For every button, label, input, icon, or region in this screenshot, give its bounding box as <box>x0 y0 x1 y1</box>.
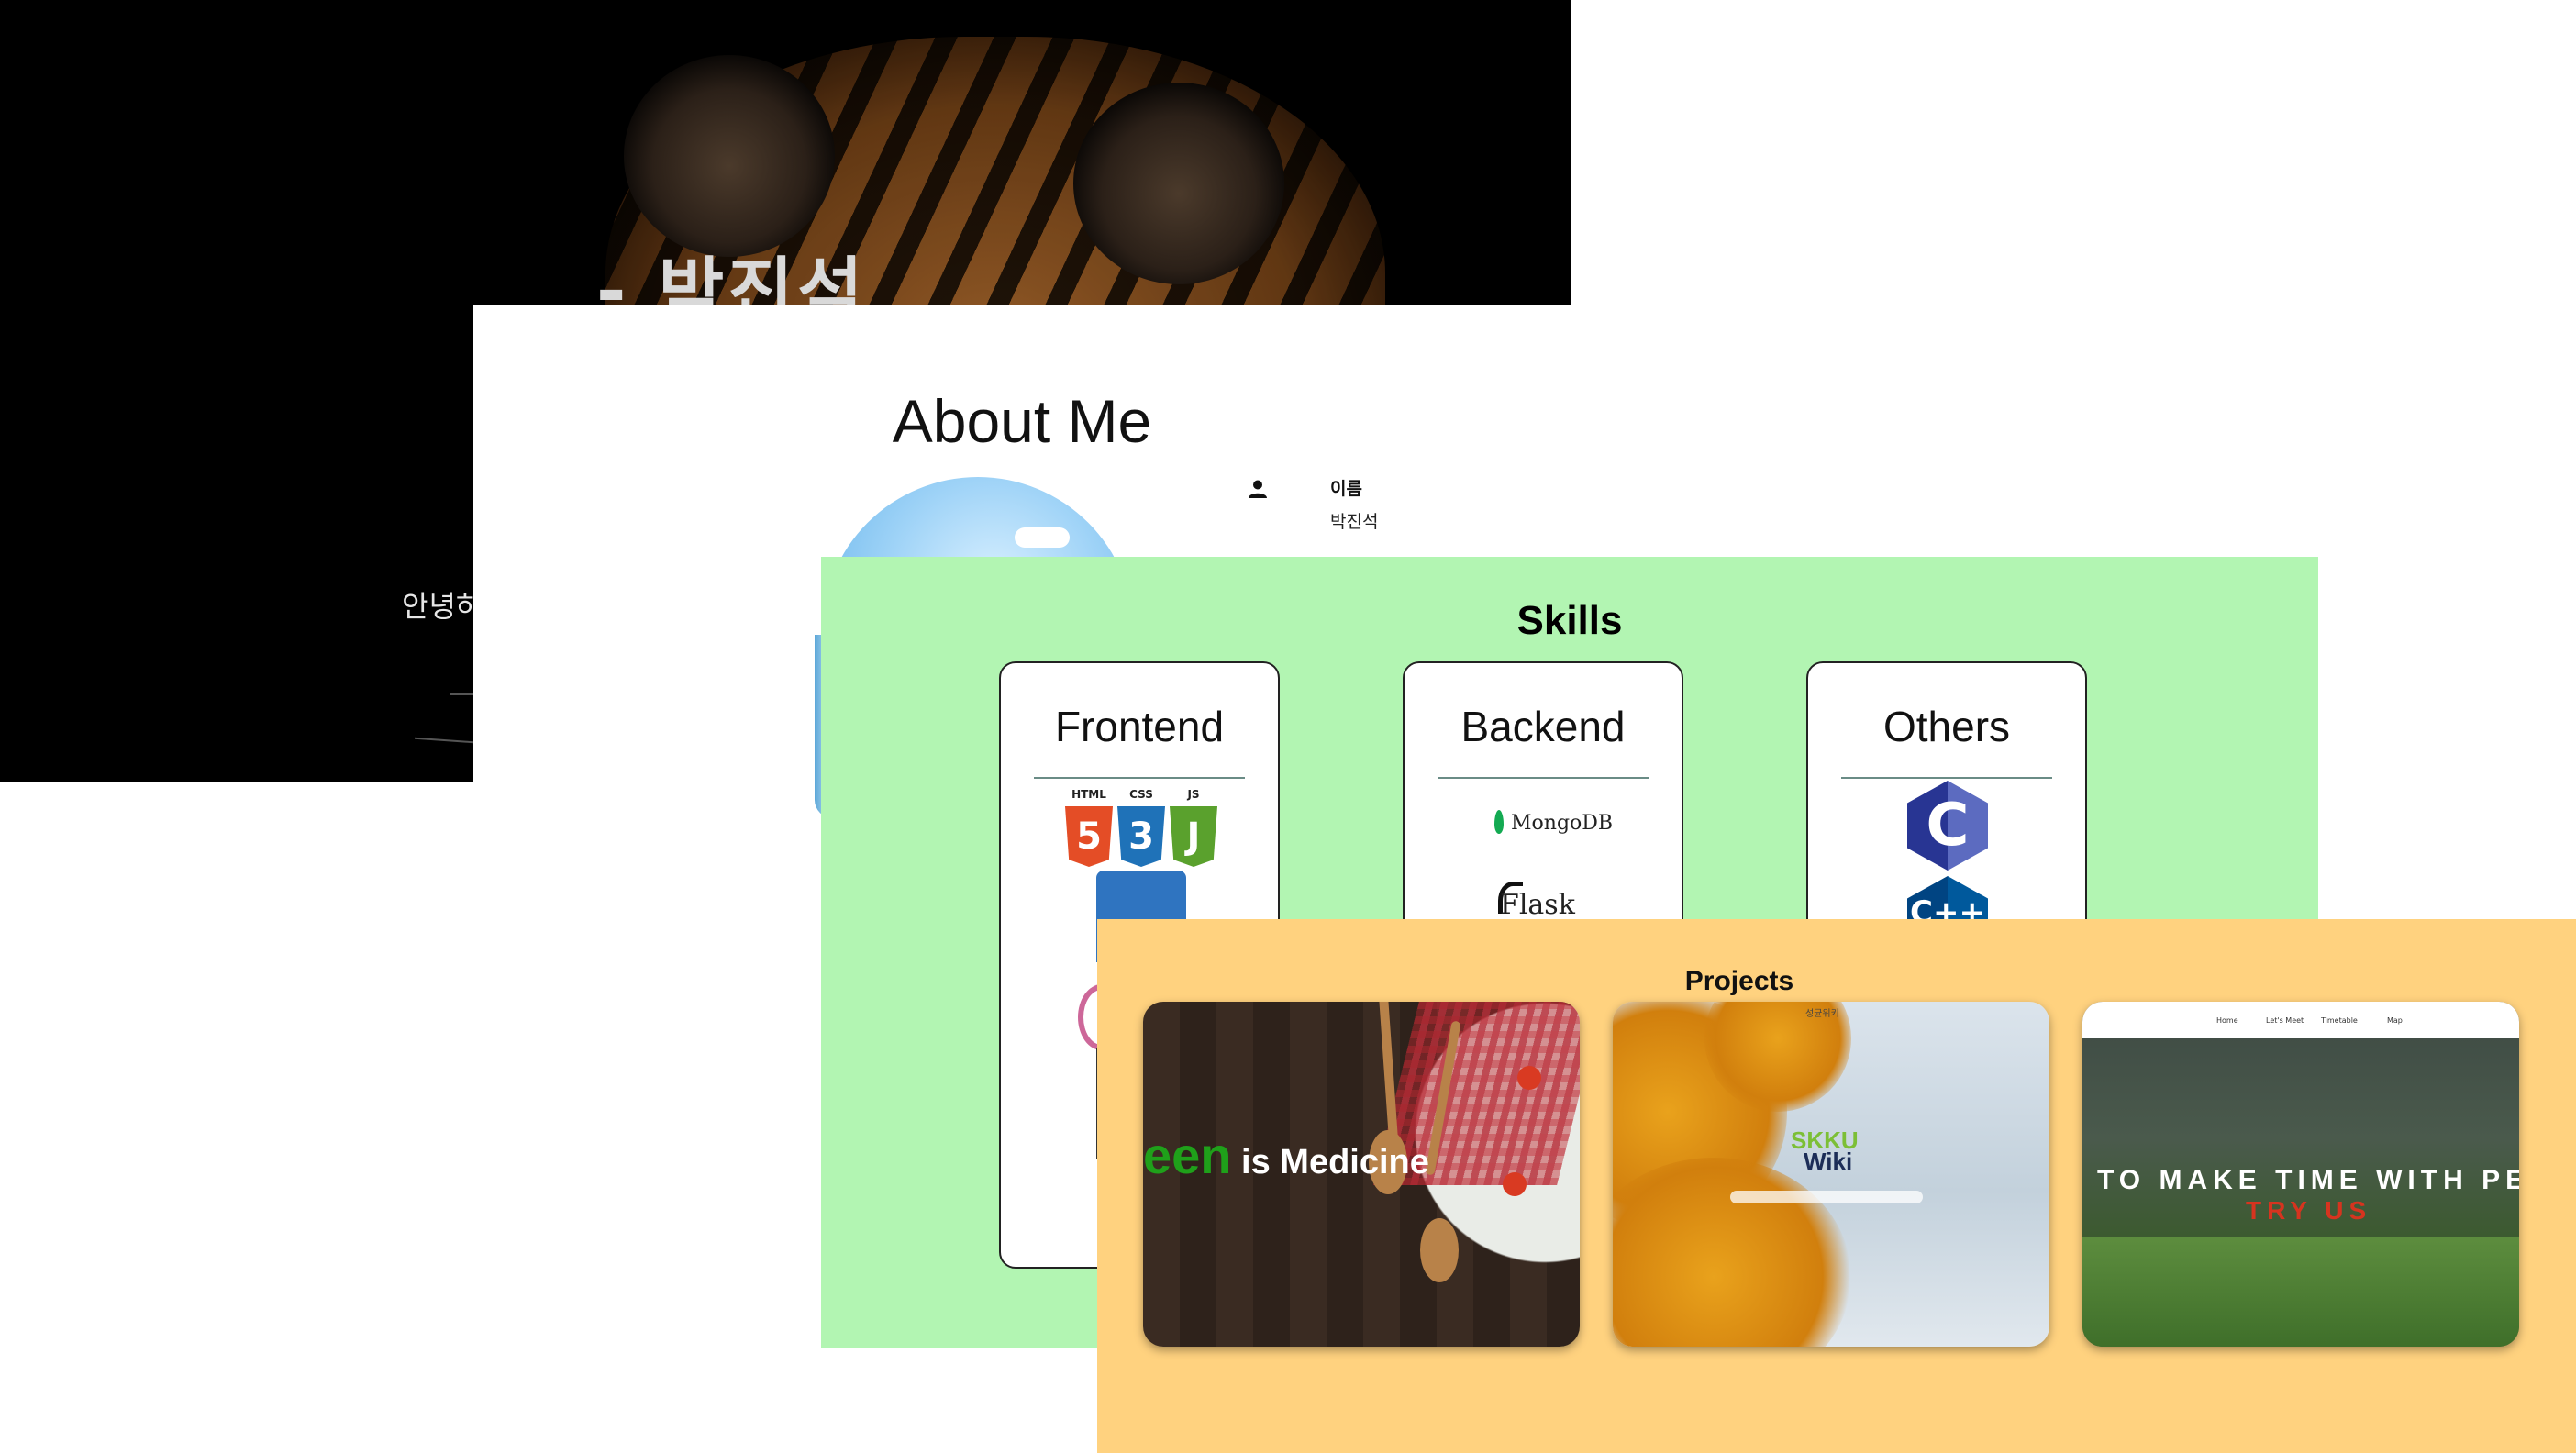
tiger-ear-image <box>1073 83 1284 284</box>
skill-card-title: Frontend <box>1054 703 1225 750</box>
card-divider <box>1841 777 2052 779</box>
skku-wiki-logo: SKKU Wiki <box>1791 1126 1859 1175</box>
mongodb-label: MongoDB <box>1511 812 1614 835</box>
card-divider <box>1034 777 1245 779</box>
c-language-icon: C <box>1907 781 1988 871</box>
project-headline: TO MAKE TIME WITH PE <box>2097 1165 2519 1195</box>
nav-map: Map <box>2387 1016 2403 1025</box>
about-title: About Me <box>892 387 1152 456</box>
javascript-label: JS <box>1187 788 1200 801</box>
tomato-image <box>1517 1066 1541 1090</box>
person-icon <box>1249 480 1267 498</box>
tiger-ear-image <box>624 55 835 257</box>
css3-label: CSS <box>1129 788 1153 801</box>
spoon-image <box>1420 1218 1459 1282</box>
hero-divider <box>415 737 473 744</box>
wiki-header-text: 성균위키 <box>1805 1009 1839 1019</box>
nav-timetable: Timetable <box>2321 1016 2358 1025</box>
hero-greeting: 안녕하 <box>402 589 483 624</box>
html5-icon: 5 <box>1065 806 1113 867</box>
skill-card-title: Backend <box>1460 703 1626 750</box>
project-cta-text: TRY US <box>2246 1196 2372 1225</box>
projects-title: Projects <box>1684 965 1794 996</box>
skill-card-title: Others <box>1882 703 2011 750</box>
project-card-lets-meet[interactable]: Home Let's Meet Timetable Map TO MAKE TI… <box>2082 1002 2519 1347</box>
campus-field-image <box>2082 1237 2519 1347</box>
project-card-green-is-medicine[interactable]: een is Medicine <box>1143 1002 1580 1347</box>
name-value: 박진석 <box>1330 512 1379 532</box>
ginkgo-tree-image <box>1613 1158 1851 1347</box>
wiki-search-bar <box>1730 1191 1923 1203</box>
flask-label: Flask <box>1500 889 1575 921</box>
card-divider <box>1438 777 1649 779</box>
skills-title: Skills <box>1516 597 1623 643</box>
hero-divider <box>450 693 473 695</box>
cloud-image <box>1015 527 1070 548</box>
project-nav-bar: Home Let's Meet Timetable Map <box>2082 1002 2519 1038</box>
javascript-icon: J <box>1170 806 1217 867</box>
nav-lets-meet: Let's Meet <box>2266 1016 2304 1025</box>
css3-icon: 3 <box>1117 806 1165 867</box>
mongodb-icon <box>1494 810 1504 834</box>
projects-section: Projects een is Medicine 성균위키 SKKU Wiki … <box>1097 919 2576 1453</box>
spoon-image <box>1378 1002 1398 1140</box>
project-title-overlay: een is Medicine <box>1143 1126 1429 1184</box>
project-card-skku-wiki[interactable]: 성균위키 SKKU Wiki <box>1613 1002 2049 1347</box>
tomato-image <box>1503 1172 1527 1196</box>
name-label: 이름 <box>1330 479 1362 499</box>
nav-home: Home <box>2216 1016 2238 1025</box>
html5-label: HTML <box>1071 788 1106 801</box>
